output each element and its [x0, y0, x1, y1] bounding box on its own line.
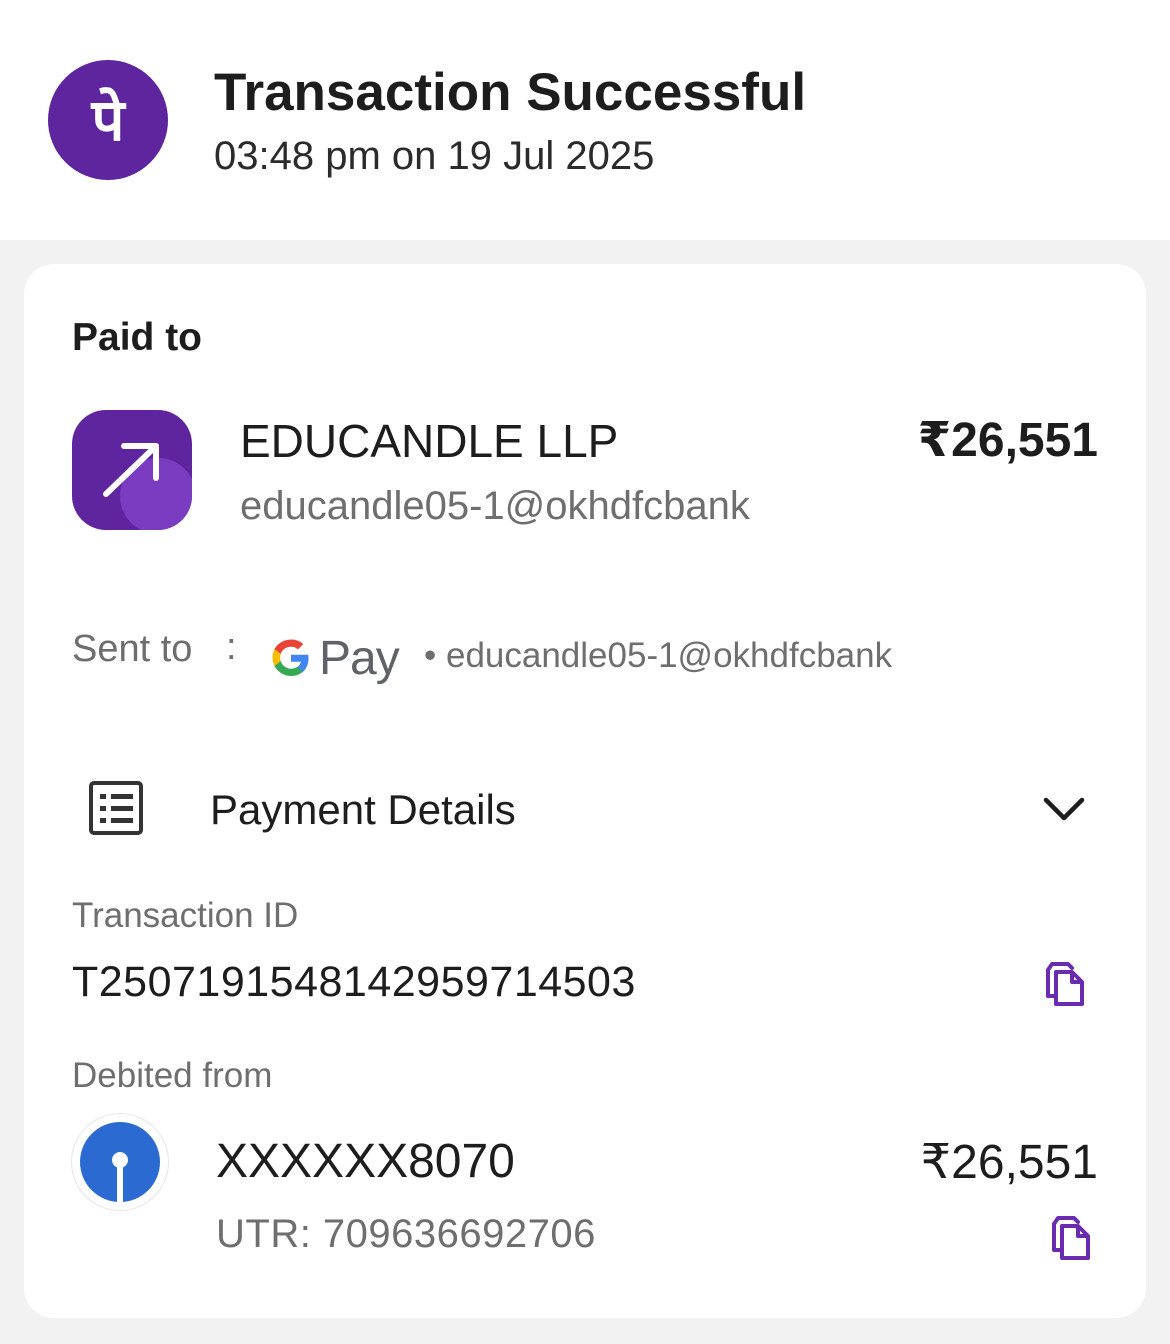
- phonepe-logo-icon: पे: [48, 60, 168, 180]
- phonepe-logo-glyph: पे: [91, 86, 125, 154]
- sent-to-vpa: • educandle05-1@okhdfcbank: [424, 636, 893, 675]
- utr-number: UTR: 709636692706: [216, 1212, 596, 1256]
- payment-details-toggle[interactable]: Payment Details: [210, 786, 516, 834]
- debited-from-label: Debited from: [72, 1056, 273, 1095]
- paid-to-label: Paid to: [72, 316, 203, 359]
- debited-account-number: XXXXXX8070: [216, 1135, 515, 1188]
- transaction-card: Paid to EDUCANDLE LLP educandle05-1@okhd…: [24, 264, 1146, 1318]
- google-pay-logo: Pay: [269, 628, 400, 688]
- debited-amount: ₹26,551: [920, 1136, 1098, 1189]
- receipt-list-icon: [89, 781, 143, 835]
- merchant-vpa: educandle05-1@okhdfcbank: [240, 484, 750, 528]
- google-g-icon: [272, 639, 309, 676]
- copy-utr-icon[interactable]: [1048, 1214, 1094, 1262]
- paid-amount: ₹26,551: [917, 414, 1098, 467]
- page-title: Transaction Successful: [214, 63, 807, 122]
- transaction-id-label: Transaction ID: [72, 896, 299, 935]
- merchant-name: EDUCANDLE LLP: [240, 415, 619, 467]
- copy-icon[interactable]: [1042, 960, 1088, 1008]
- transaction-id-value: T2507191548142959714503: [72, 958, 636, 1006]
- google-pay-label: Pay: [319, 631, 400, 685]
- transaction-timestamp: 03:48 pm on 19 Jul 2025: [214, 134, 655, 178]
- sent-to-separator: :: [226, 626, 237, 668]
- arrow-up-right-icon: [72, 410, 192, 530]
- sbi-bank-icon: [72, 1114, 168, 1210]
- sent-to-label: Sent to: [72, 628, 193, 670]
- chevron-down-icon[interactable]: [1040, 790, 1088, 830]
- header: पे Transaction Successful 03:48 pm on 19…: [0, 0, 1170, 240]
